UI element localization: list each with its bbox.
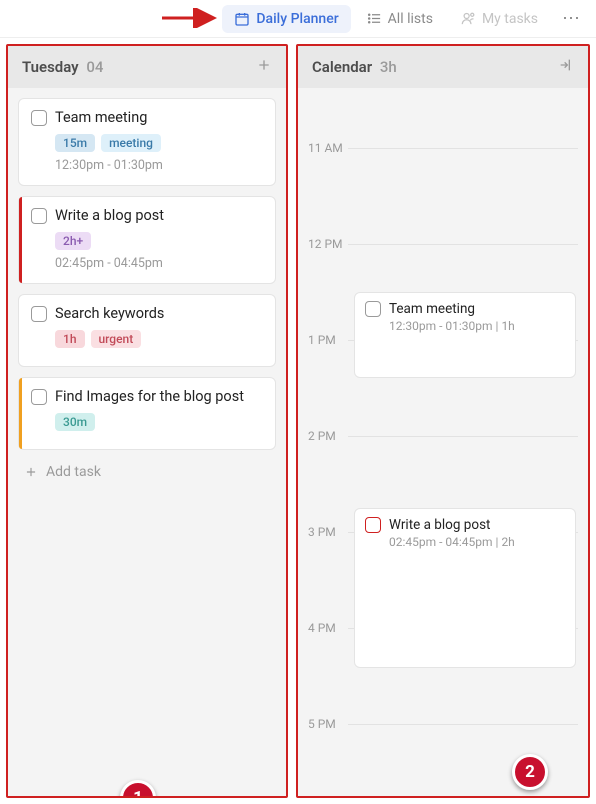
calendar-title: Calendar — [312, 58, 372, 76]
calendar-event[interactable]: Team meeting 12:30pm - 01:30pm | 1h — [354, 292, 576, 378]
hour-label: 5 PM — [298, 717, 348, 731]
task-title: Find Images for the blog post — [55, 388, 244, 405]
hour-line — [348, 436, 578, 437]
task-tag: 1h — [55, 330, 85, 348]
task-tag: 2h+ — [55, 232, 91, 250]
calendar-icon — [234, 11, 250, 27]
priority-stripe — [19, 378, 22, 449]
list-icon — [367, 11, 382, 26]
task-tag: 30m — [55, 413, 95, 431]
task-title: Write a blog post — [55, 207, 164, 224]
task-title: Team meeting — [55, 109, 147, 126]
task-checkbox[interactable] — [31, 306, 47, 322]
task-time: 02:45pm - 04:45pm — [55, 256, 263, 271]
task-list-pane: Tuesday 04 Team meeting 15m meeting 12:30pm… — [6, 44, 288, 798]
task-tag: urgent — [91, 330, 142, 348]
hour-label: 12 PM — [298, 237, 348, 251]
nav-label: All lists — [388, 11, 433, 27]
event-subtitle: 02:45pm - 04:45pm | 2h — [389, 535, 565, 549]
hour-label: 1 PM — [298, 333, 348, 347]
task-card[interactable]: Find Images for the blog post 30m — [18, 377, 276, 450]
nav-label: Daily Planner — [256, 11, 338, 27]
task-list-header: Tuesday 04 — [8, 46, 286, 88]
event-checkbox[interactable] — [365, 517, 381, 533]
nav-all-lists[interactable]: All lists — [355, 5, 445, 33]
hour-line — [348, 148, 578, 149]
task-tag: 15m — [55, 134, 95, 152]
event-checkbox[interactable] — [365, 301, 381, 317]
task-checkbox[interactable] — [31, 208, 47, 224]
calendar-event[interactable]: Write a blog post 02:45pm - 04:45pm | 2h — [354, 508, 576, 668]
person-icon — [461, 11, 476, 26]
task-time: 12:30pm - 01:30pm — [55, 158, 263, 173]
priority-stripe — [19, 197, 22, 283]
task-card[interactable]: Write a blog post 2h+ 02:45pm - 04:45pm — [18, 196, 276, 284]
more-menu-button[interactable]: ⋯ — [554, 4, 588, 33]
nav-label: My tasks — [482, 11, 538, 27]
calendar-header: Calendar 3h — [298, 46, 588, 88]
event-title: Team meeting — [389, 301, 475, 317]
hour-line — [348, 724, 578, 725]
hour-line — [348, 244, 578, 245]
top-nav: Daily Planner All lists My tasks ⋯ — [0, 0, 596, 38]
annotation-badge-1: 1 — [120, 780, 156, 798]
hour-label: 3 PM — [298, 525, 348, 539]
annotation-badge-2: 2 — [512, 754, 548, 790]
task-card[interactable]: Search keywords 1h urgent — [18, 294, 276, 367]
calendar-pane: Calendar 3h 11 AM12 PM1 PM2 PM3 PM4 PM5 … — [296, 44, 590, 798]
add-task-label: Add task — [46, 464, 101, 480]
task-checkbox[interactable] — [31, 389, 47, 405]
hour-label: 4 PM — [298, 621, 348, 635]
nav-my-tasks[interactable]: My tasks — [449, 5, 550, 33]
task-tag: meeting — [101, 134, 161, 152]
hour-label: 2 PM — [298, 429, 348, 443]
event-title: Write a blog post — [389, 517, 490, 533]
task-card[interactable]: Team meeting 15m meeting 12:30pm - 01:30pm — [18, 98, 276, 186]
task-checkbox[interactable] — [31, 110, 47, 126]
hour-label: 11 AM — [298, 141, 348, 155]
hour-row: 11 AM — [298, 148, 588, 244]
event-subtitle: 12:30pm - 01:30pm | 1h — [389, 319, 565, 333]
add-task-button[interactable]: Add task — [18, 460, 276, 484]
nav-daily-planner[interactable]: Daily Planner — [222, 5, 350, 33]
collapse-icon[interactable] — [558, 57, 574, 77]
header-day: Tuesday — [22, 58, 79, 76]
calendar-subtitle: 3h — [380, 58, 397, 76]
add-icon[interactable] — [256, 57, 272, 77]
header-date: 04 — [86, 58, 103, 76]
task-title: Search keywords — [55, 305, 164, 322]
